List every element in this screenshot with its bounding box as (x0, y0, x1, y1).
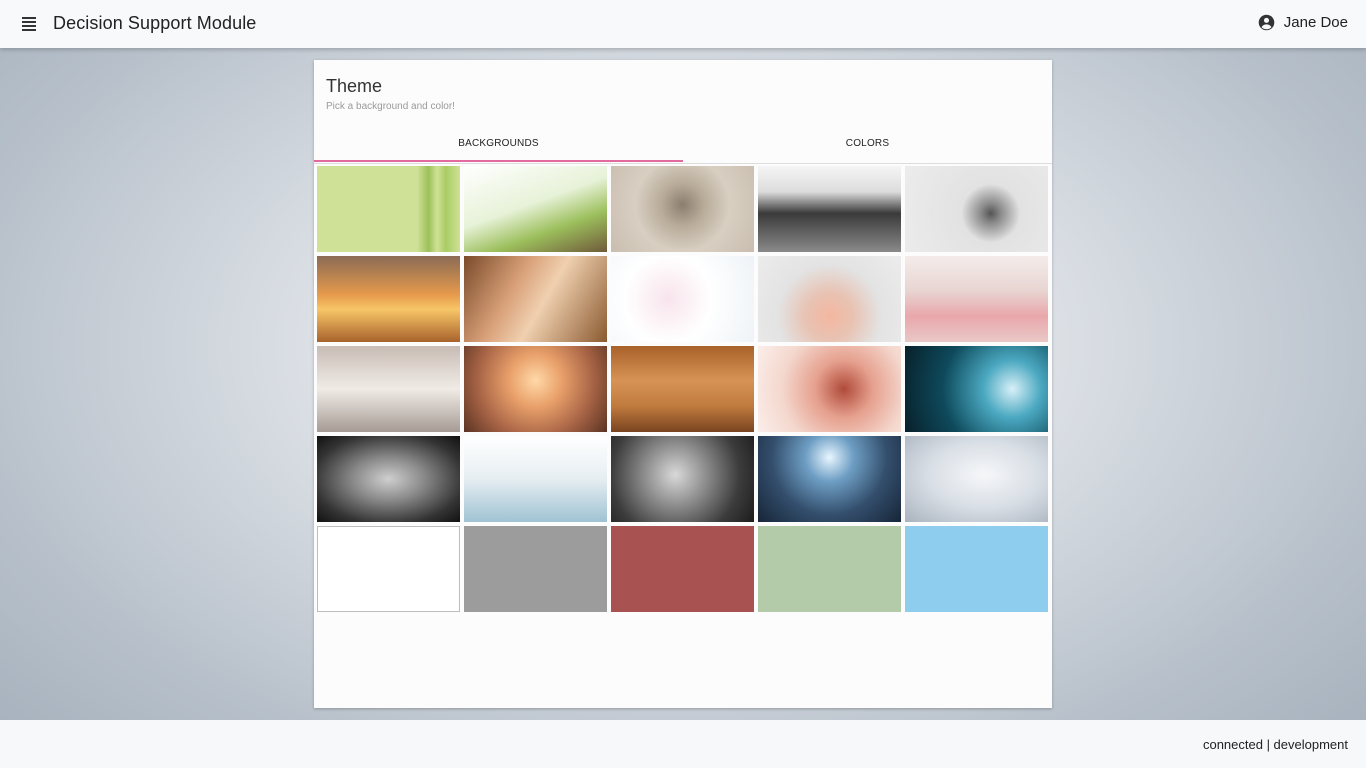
background-tile-candles[interactable] (464, 346, 607, 432)
background-tile-flower-petals-bath[interactable] (611, 256, 754, 342)
background-tile-bamboo-leaves-spa[interactable] (464, 166, 607, 252)
background-tile-dna-blue[interactable] (905, 346, 1048, 432)
background-tile-yoga-stretch[interactable] (905, 166, 1048, 252)
background-tile-blue[interactable] (905, 526, 1048, 612)
background-tile-cream-jar[interactable] (758, 256, 901, 342)
account-circle-icon (1258, 14, 1275, 31)
background-tile-grey[interactable] (464, 526, 607, 612)
connection-status: connected | development (1202, 737, 1348, 752)
background-tile-spa-loungers[interactable] (317, 346, 460, 432)
user-name: Jane Doe (1283, 14, 1348, 31)
user-menu[interactable]: Jane Doe (1258, 14, 1348, 31)
background-tile-black-stones-water[interactable] (758, 166, 901, 252)
background-tile-green[interactable] (758, 526, 901, 612)
theme-card: Theme Pick a background and color! BACKG… (314, 60, 1052, 708)
app-title: Decision Support Module (53, 13, 257, 33)
card-subtitle: Pick a background and color! (326, 101, 455, 112)
background-tile-chest-xray[interactable] (317, 436, 460, 522)
background-tile-grey-vignette[interactable] (905, 436, 1048, 522)
background-tile-sci-fi-hall[interactable] (758, 436, 901, 522)
background-tile-bamboo[interactable] (317, 166, 460, 252)
background-tile-dna-pink[interactable] (758, 346, 901, 432)
background-tile-clinic-ward[interactable] (464, 436, 607, 522)
background-tile-white[interactable] (317, 526, 460, 612)
background-tile-sauna[interactable] (611, 346, 754, 432)
tab-backgrounds[interactable]: BACKGROUNDS (314, 132, 683, 162)
app-footer: connected | development (0, 720, 1366, 768)
card-title: Theme (326, 76, 383, 96)
theme-tabs: BACKGROUNDS COLORS (314, 132, 1052, 164)
tab-colors[interactable]: COLORS (683, 132, 1052, 162)
menu-icon[interactable] (20, 14, 40, 34)
background-tile-massage[interactable] (464, 256, 607, 342)
background-tile-yoga-sunset[interactable] (317, 256, 460, 342)
background-tile-red[interactable] (611, 526, 754, 612)
background-tile-zen-stones-sand[interactable] (611, 166, 754, 252)
background-tile-mri-room[interactable] (611, 436, 754, 522)
background-tile-pink-jars[interactable] (905, 256, 1048, 342)
app-header: Decision Support Module Jane Doe (0, 0, 1366, 48)
